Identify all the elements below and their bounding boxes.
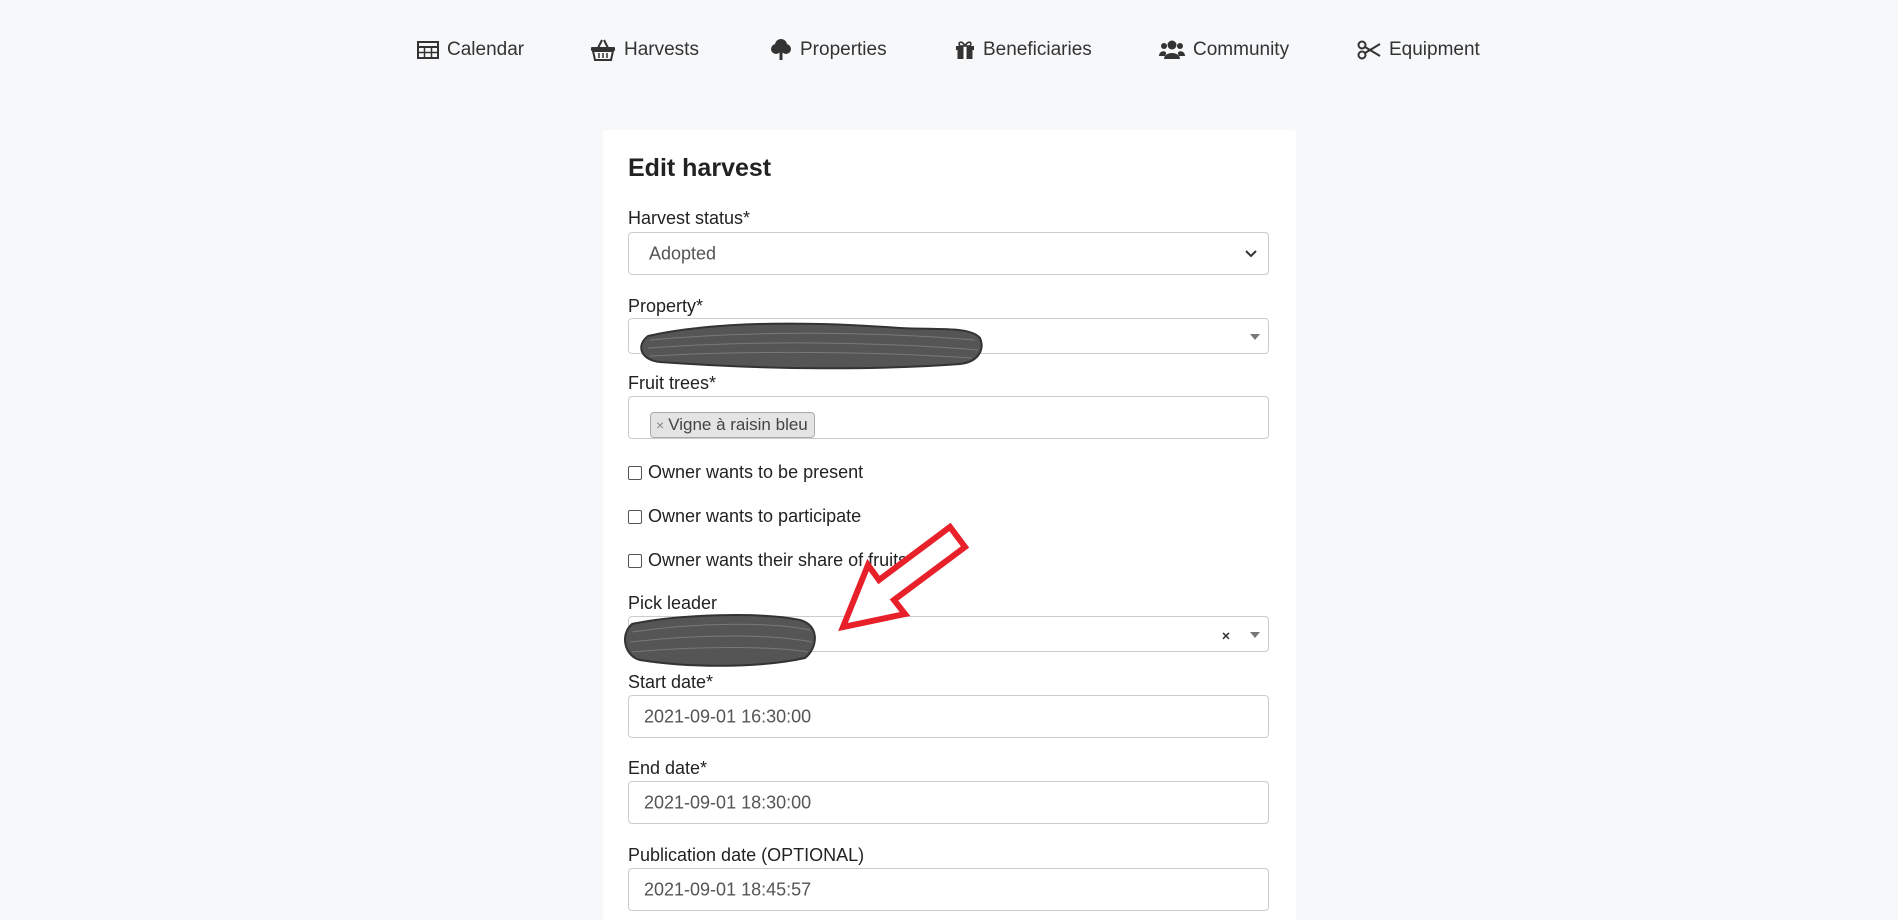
scissors-icon — [1357, 40, 1381, 60]
owner-share-checkbox[interactable] — [628, 553, 642, 568]
dropdown-caret-icon — [1250, 632, 1260, 638]
page-title: Edit harvest — [628, 154, 772, 182]
owner-participate-checkbox[interactable] — [628, 509, 642, 524]
start-date-value: 2021-09-01 16:30:00 — [644, 706, 812, 726]
fruit-trees-label: Fruit trees* — [628, 373, 717, 393]
property-select[interactable] — [628, 318, 1269, 354]
owner-present-row[interactable]: Owner wants to be present — [628, 462, 863, 483]
nav-beneficiaries[interactable]: Beneficiaries — [955, 36, 1092, 64]
owner-share-label: Owner wants their share of fruits — [648, 550, 908, 570]
nav-community[interactable]: Community — [1159, 36, 1289, 64]
harvest-status-value: Adopted — [649, 243, 717, 263]
start-date-input[interactable]: 2021-09-01 16:30:00 — [628, 695, 1269, 738]
fruit-trees-multiselect[interactable]: × Vigne à raisin bleu — [628, 396, 1269, 439]
pick-leader-select[interactable]: × — [628, 616, 1269, 652]
nav-harvests-label: Harvests — [624, 39, 699, 60]
pick-leader-label: Pick leader — [628, 593, 718, 613]
nav-calendar[interactable]: Calendar — [417, 36, 524, 64]
owner-share-row[interactable]: Owner wants their share of fruits — [628, 550, 907, 571]
start-date-label: Start date* — [628, 672, 714, 692]
nav-properties[interactable]: Properties — [770, 36, 887, 64]
fruit-tree-tag: × Vigne à raisin bleu — [650, 412, 815, 438]
chevron-down-icon — [1245, 249, 1257, 257]
publication-date-input[interactable]: 2021-09-01 18:45:57 — [628, 868, 1269, 911]
end-date-value: 2021-09-01 18:30:00 — [644, 792, 812, 812]
edit-harvest-card: Edit harvest Harvest status* Adopted Pro… — [603, 130, 1296, 920]
clear-selection-icon[interactable]: × — [1222, 628, 1230, 644]
top-nav: Calendar Harvests Properties Beneficiari… — [0, 0, 1898, 100]
tree-icon — [771, 39, 791, 60]
users-icon — [1159, 40, 1185, 59]
nav-equipment[interactable]: Equipment — [1357, 36, 1480, 64]
tag-remove-icon[interactable]: × — [656, 417, 664, 433]
nav-properties-label: Properties — [800, 39, 887, 60]
harvest-status-label: Harvest status* — [628, 208, 751, 228]
harvest-status-select[interactable]: Adopted — [628, 232, 1269, 275]
publication-date-label: Publication date (OPTIONAL) — [628, 845, 865, 865]
nav-equipment-label: Equipment — [1389, 39, 1480, 60]
calendar-table-icon — [417, 41, 439, 59]
dropdown-caret-icon — [1250, 334, 1260, 340]
publication-date-value: 2021-09-01 18:45:57 — [644, 879, 812, 899]
nav-harvests[interactable]: Harvests — [590, 36, 699, 64]
fruit-tree-tag-label: Vigne à raisin bleu — [668, 415, 808, 434]
end-date-label: End date* — [628, 758, 708, 778]
owner-participate-row[interactable]: Owner wants to participate — [628, 506, 861, 527]
end-date-input[interactable]: 2021-09-01 18:30:00 — [628, 781, 1269, 824]
basket-icon — [591, 39, 615, 61]
gift-icon — [956, 41, 974, 59]
nav-community-label: Community — [1193, 39, 1290, 60]
owner-participate-label: Owner wants to participate — [648, 506, 862, 526]
nav-beneficiaries-label: Beneficiaries — [983, 39, 1092, 60]
nav-calendar-label: Calendar — [447, 39, 525, 60]
owner-present-label: Owner wants to be present — [648, 462, 864, 482]
owner-present-checkbox[interactable] — [628, 465, 642, 480]
property-label: Property* — [628, 296, 704, 316]
